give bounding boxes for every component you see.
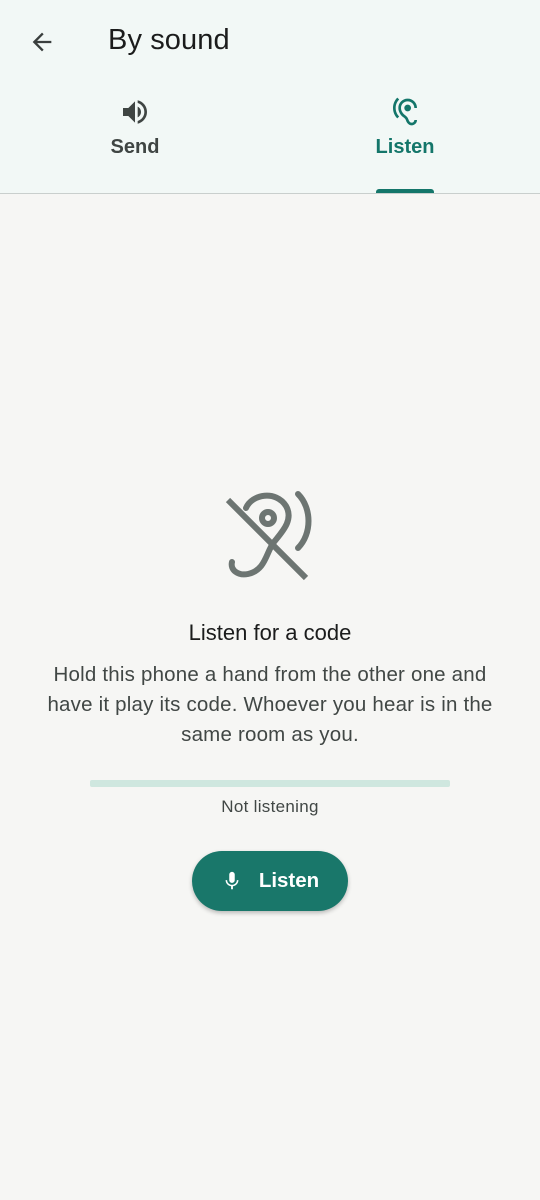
tab-send[interactable]: Send xyxy=(0,96,270,193)
status-text: Not listening xyxy=(221,797,319,816)
page-title: By sound xyxy=(108,24,230,56)
top-bar: By sound Send Listen xyxy=(0,0,540,194)
hearing-icon xyxy=(389,96,421,128)
tab-send-label: Send xyxy=(110,136,160,158)
app-bar: By sound xyxy=(0,0,540,86)
tab-listen[interactable]: Listen xyxy=(270,96,540,193)
selected-tab-indicator xyxy=(376,189,434,193)
listening-progress xyxy=(90,780,450,787)
tab-listen-label: Listen xyxy=(375,136,435,158)
listen-button[interactable]: Listen xyxy=(192,851,348,911)
listen-panel: Listen for a code Hold this phone a hand… xyxy=(0,194,540,1200)
arrow-back-icon xyxy=(32,32,52,52)
volume-up-icon xyxy=(119,96,151,128)
hearing-disabled-icon xyxy=(225,491,312,581)
instructions-text: Hold this phone a hand from the other on… xyxy=(47,663,493,746)
section-heading: Listen for a code xyxy=(188,620,352,645)
mic-icon xyxy=(221,868,243,894)
back-button[interactable] xyxy=(18,20,66,64)
listen-button-label: Listen xyxy=(258,869,320,892)
